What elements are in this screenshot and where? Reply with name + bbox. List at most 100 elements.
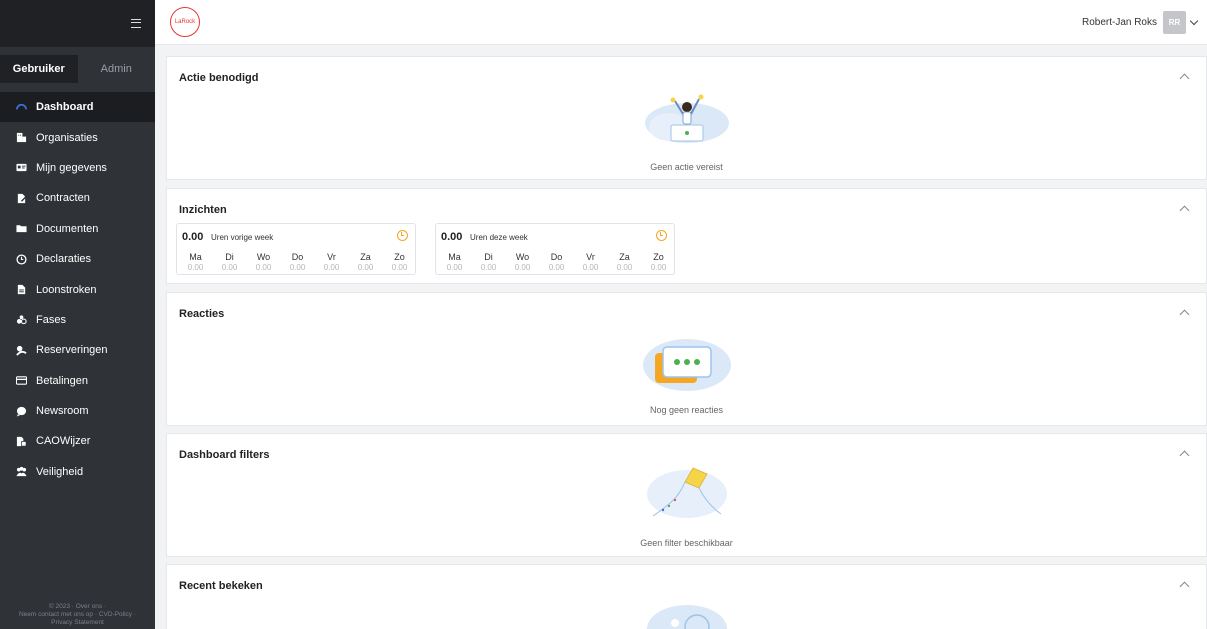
sidebar-item-documenten[interactable]: Documenten: [0, 214, 155, 244]
chevron-up-icon[interactable]: [1179, 450, 1190, 461]
sidebar-item-label: Mijn gegevens: [36, 161, 107, 174]
panel-inzichten: Inzichten 0.00 Uren vorige week Ma 0.00 D…: [166, 188, 1207, 284]
day-name: Di: [225, 252, 234, 262]
day-columns: Ma 0.00 Di 0.00 Wo 0.00 Do 0.00 Vr 0.00 Za 0.0…: [446, 252, 667, 272]
day-column: Di 0.00: [480, 252, 497, 272]
day-column: Vr 0.00: [582, 252, 599, 272]
sidebar-item-label: Contracten: [36, 192, 90, 205]
sidebar-tabs: Gebruiker Admin: [0, 55, 155, 83]
day-value: 0.00: [616, 263, 633, 272]
day-column: Vr 0.00: [323, 252, 340, 272]
contract-icon: [16, 193, 27, 204]
day-column: Do 0.00: [289, 252, 306, 272]
sidebar-item-caowijzer[interactable]: CAOWijzer: [0, 426, 155, 456]
day-column: Ma 0.00: [187, 252, 204, 272]
sidebar-item-label: Betalingen: [36, 374, 88, 387]
sidebar-item-organisaties[interactable]: Organisaties: [0, 122, 155, 152]
day-column: Za 0.00: [357, 252, 374, 272]
day-columns: Ma 0.00 Di 0.00 Wo 0.00 Do 0.00 Vr 0.00 Za 0.0…: [187, 252, 408, 272]
day-value: 0.00: [391, 263, 408, 272]
menu-toggle-icon[interactable]: [131, 19, 141, 28]
hours-total: 0.00: [182, 231, 204, 243]
sidebar-item-loonstroken[interactable]: Loonstroken: [0, 274, 155, 304]
sidebar-item-dashboard[interactable]: Dashboard: [0, 92, 155, 123]
day-name: Do: [291, 252, 304, 262]
day-value: 0.00: [357, 263, 374, 272]
hours-card-this-week: 0.00 Uren deze week Ma 0.00 Di 0.00 Wo 0.00…: [435, 223, 675, 275]
chevron-up-icon[interactable]: [1179, 581, 1190, 592]
empty-message: Geen filter beschikbaar: [640, 538, 733, 548]
sidebar-item-newsroom[interactable]: Newsroom: [0, 396, 155, 426]
day-column: Zo 0.00: [650, 252, 667, 272]
day-name: Vr: [586, 252, 595, 262]
sidebar-item-contracten[interactable]: Contracten: [0, 183, 155, 213]
sidebar-item-fases[interactable]: Fases: [0, 305, 155, 335]
larock-logo[interactable]: LaRock: [170, 7, 200, 37]
day-name: Di: [484, 252, 493, 262]
sidebar-item-betalingen[interactable]: Betalingen: [0, 366, 155, 396]
hours-card-previous-week: 0.00 Uren vorige week Ma 0.00 Di 0.00 Wo 0.…: [176, 223, 416, 275]
footer-line-3[interactable]: Privacy Statement: [0, 619, 155, 627]
footer-line-2[interactable]: Neem contact met ons op · CVD-Policy ·: [0, 611, 155, 619]
empty-message: Nog geen reacties: [649, 405, 724, 415]
sidebar-item-label: Fases: [36, 313, 66, 326]
day-name: Zo: [653, 252, 664, 262]
sidebar-item-reserveringen[interactable]: Reserveringen: [0, 335, 155, 365]
sidebar-item-label: Organisaties: [36, 131, 98, 144]
day-name: Vr: [327, 252, 336, 262]
footer-line-1[interactable]: © 2023 · Over ons ·: [0, 603, 155, 611]
day-value: 0.00: [289, 263, 306, 272]
sidebar-item-label: CAOWijzer: [36, 435, 91, 448]
panel-title: Inzichten: [179, 204, 227, 216]
day-column: Za 0.00: [616, 252, 633, 272]
day-value: 0.00: [255, 263, 272, 272]
chat-bubble-illustration-icon: [642, 339, 731, 391]
chat-icon: [16, 406, 27, 417]
tab-admin[interactable]: Admin: [78, 55, 156, 83]
day-name: Ma: [448, 252, 461, 262]
id-card-icon: [16, 162, 27, 173]
chevron-up-icon[interactable]: [1179, 309, 1190, 320]
sidebar-item-mijn-gegevens[interactable]: Mijn gegevens: [0, 153, 155, 183]
chevron-up-icon[interactable]: [1179, 205, 1190, 216]
sidebar: Gebruiker Admin Dashboard Organisaties M…: [0, 0, 155, 629]
day-name: Do: [550, 252, 563, 262]
sidebar-menu: Dashboard Organisaties Mijn gegevens Con…: [0, 92, 155, 487]
chevron-down-icon: [1189, 16, 1199, 26]
sidebar-item-veiligheid[interactable]: Veiligheid: [0, 457, 155, 487]
day-value: 0.00: [221, 263, 238, 272]
tab-gebruiker[interactable]: Gebruiker: [0, 55, 78, 83]
sidebar-footer: © 2023 · Over ons · Neem contact met ons…: [0, 603, 155, 629]
user-menu[interactable]: Robert-Jan Roks RR: [1081, 11, 1199, 34]
day-value: 0.00: [480, 263, 497, 272]
reservation-icon: [16, 345, 27, 356]
panel-actie-benodigd: Actie benodigd Geen actie vereist: [166, 56, 1207, 180]
day-name: Za: [619, 252, 630, 262]
chevron-up-icon[interactable]: [1179, 73, 1190, 84]
day-value: 0.00: [446, 263, 463, 272]
clock-icon: [656, 230, 667, 241]
person-laptop-illustration-icon: [644, 94, 729, 143]
panel-dashboard-filters: Dashboard filters Geen filter beschikbaa…: [166, 433, 1207, 557]
hours-label: Uren vorige week: [211, 233, 274, 242]
sidebar-item-label: Loonstroken: [36, 283, 97, 296]
day-value: 0.00: [514, 263, 531, 272]
day-value: 0.00: [548, 263, 565, 272]
clock-icon: [16, 254, 27, 265]
panel-recent-bekeken: Recent bekeken: [166, 564, 1207, 629]
kite-illustration-icon: [646, 467, 727, 518]
day-name: Ma: [189, 252, 202, 262]
user-name: Robert-Jan Roks: [1081, 17, 1157, 28]
sidebar-item-label: Declaraties: [36, 253, 92, 266]
sidebar-item-declaraties[interactable]: Declaraties: [0, 244, 155, 274]
top-bar: LaRock Robert-Jan Roks RR: [155, 0, 1207, 45]
panel-title: Actie benodigd: [179, 72, 259, 84]
panel-title: Dashboard filters: [179, 449, 270, 461]
panel-reacties: Reacties Nog geen reacties: [166, 292, 1207, 426]
day-column: Wo 0.00: [514, 252, 531, 272]
building-icon: [16, 132, 27, 143]
sidebar-item-label: Documenten: [36, 222, 99, 235]
folder-icon: [16, 223, 27, 234]
day-name: Za: [360, 252, 371, 262]
phases-icon: [16, 314, 27, 325]
